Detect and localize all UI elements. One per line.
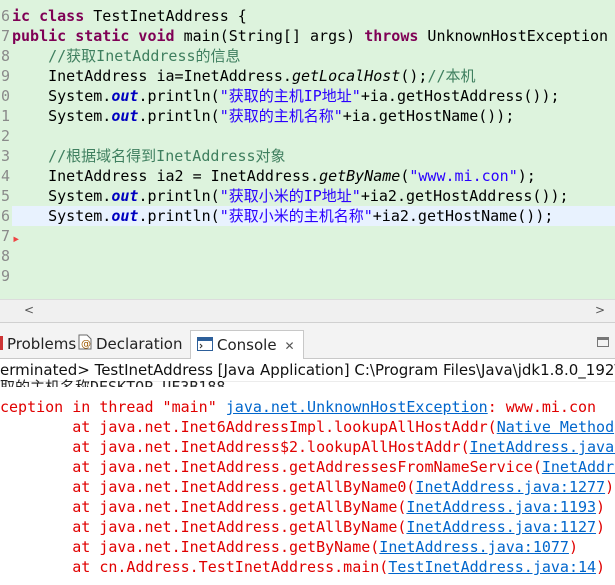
line-number: 1 — [0, 107, 10, 125]
tab-problems[interactable]: Problems — [0, 330, 76, 358]
stack-trace-line: at java.net.Inet6AddressImpl.lookupAllHo… — [0, 418, 615, 436]
line-number: 3 — [0, 147, 10, 165]
console-icon — [197, 332, 213, 360]
line-number: 9 — [0, 67, 10, 85]
stack-trace-line: at java.net.InetAddress.getAllByName(Ine… — [0, 518, 606, 536]
stack-trace-line: at java.net.InetAddress$2.lookupAllHostA… — [0, 437, 615, 457]
stack-trace-link[interactable]: InetAddress.java:1277 — [415, 478, 605, 496]
code-line-print-host-address[interactable]: System.out.println("获取的主机IP地址"+ia.getHos… — [12, 86, 615, 106]
close-icon[interactable]: ✕ — [285, 332, 295, 360]
line-number: 4 — [0, 167, 10, 185]
line-number: 8 — [0, 47, 10, 65]
svg-text:@: @ — [81, 339, 91, 350]
line-number: 0 — [0, 87, 10, 105]
stack-trace-link[interactable]: InetAddress.java:1193 — [406, 498, 596, 516]
scroll-right-icon[interactable]: > — [593, 303, 607, 317]
stack-trace-line: at java.net.InetAddress.getAllByName0(In… — [0, 478, 615, 496]
fold-marker-icon: ▸ — [12, 231, 21, 247]
stack-trace-line: at java.net.InetAddress.getAllByName(Ine… — [0, 498, 606, 516]
code-line-class-decl[interactable]: ic class TestInetAddress { — [12, 6, 615, 26]
exception-link[interactable]: java.net.UnknownHostException — [226, 398, 488, 416]
line-number: 8 — [0, 247, 10, 265]
line-number: 6 — [0, 7, 10, 25]
code-line-get-by-name[interactable]: InetAddress ia2 = InetAddress.getByName(… — [12, 166, 615, 186]
exception-line: ception in thread "main" java.net.Unknow… — [0, 398, 597, 416]
stack-trace-link[interactable]: Native Method — [497, 418, 614, 436]
stack-trace-line: at cn.Address.TestInetAddress.main(TestI… — [0, 558, 606, 576]
problems-icon — [0, 331, 3, 359]
stack-trace-link[interactable]: InetAddress.java:1127 — [406, 518, 596, 536]
scroll-left-icon[interactable]: < — [22, 303, 36, 317]
minimize-icon[interactable] — [597, 337, 609, 347]
stack-trace-link[interactable]: InetAddress.java:92 — [470, 438, 615, 456]
code-line-print-mi-address[interactable]: System.out.println("获取小米的IP地址"+ia2.getHo… — [12, 186, 615, 206]
stack-trace-link[interactable]: InetAddress — [542, 458, 615, 476]
stack-trace-line: at java.net.InetAddress.getAddressesFrom… — [0, 457, 615, 477]
code-line-print-host-name[interactable]: System.out.println("获取的主机名称"+ia.getHostN… — [12, 106, 615, 126]
line-number: 7 — [0, 227, 10, 245]
console-output-line: 取的主机名称DESKTOP-UF3B188 — [0, 378, 226, 387]
stack-trace-line: at java.net.InetAddress.getByName(InetAd… — [0, 538, 578, 556]
horizontal-scrollbar[interactable]: < > — [0, 299, 615, 322]
code-line-get-local-host[interactable]: InetAddress ia=InetAddress.getLocalHost(… — [12, 66, 615, 86]
code-line-comment[interactable]: //根据域名得到InetAddress对象 — [12, 146, 615, 166]
tab-declaration[interactable]: @ Declaration — [78, 330, 182, 358]
line-number: 6 — [0, 207, 10, 225]
line-number: 7 — [0, 27, 10, 45]
code-editor[interactable]: 6 7 8 9 0 1 2 3 4 5 6 7 8 9 ic class Tes… — [0, 0, 615, 299]
line-number: 2 — [0, 127, 10, 145]
console-output[interactable]: erminated> TestInetAddress [Java Applica… — [0, 359, 615, 585]
declaration-icon: @ — [78, 331, 92, 359]
tab-console[interactable]: Console ✕ — [190, 330, 304, 359]
line-number: 5 — [0, 187, 10, 205]
view-tab-bar: Problems @ Declaration Console ✕ — [0, 330, 615, 359]
stack-trace-link[interactable]: TestInetAddress.java:14 — [388, 558, 596, 576]
code-line-comment[interactable]: //获取InetAddress的信息 — [12, 46, 615, 66]
code-line-main-decl[interactable]: public static void main(String[] args) t… — [12, 26, 615, 46]
code-line-print-mi-name[interactable]: System.out.println("获取小米的主机名称"+ia2.getHo… — [12, 206, 615, 226]
stack-trace-link[interactable]: InetAddress.java:1077 — [379, 538, 569, 556]
line-number: 9 — [0, 267, 10, 285]
